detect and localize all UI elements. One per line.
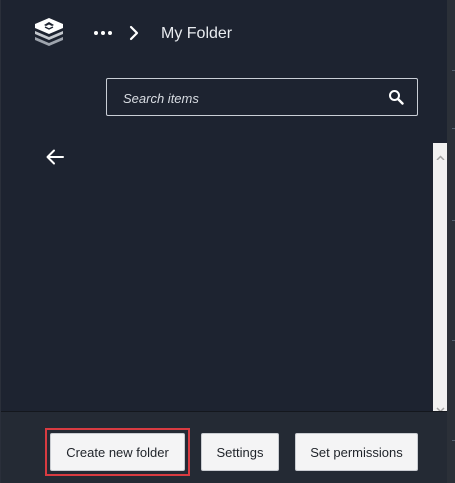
search-icon[interactable]: [388, 89, 404, 105]
create-new-folder-button[interactable]: Create new folder: [50, 433, 185, 471]
breadcrumb-current-folder: My Folder: [161, 25, 233, 42]
vertical-scrollbar[interactable]: [433, 143, 448, 413]
search-box[interactable]: [106, 78, 418, 117]
adjacent-pane-edge: [447, 0, 455, 483]
scroll-down-arrow-icon[interactable]: [436, 400, 445, 413]
scrollbar-track[interactable]: [435, 160, 446, 392]
settings-button[interactable]: Settings: [201, 433, 279, 471]
set-permissions-button[interactable]: Set permissions: [295, 433, 418, 471]
scroll-up-arrow-icon[interactable]: [436, 148, 445, 161]
more-breadcrumbs-button[interactable]: [93, 25, 115, 41]
action-footer: Create new folder Settings Set permissio…: [1, 411, 448, 483]
ellipsis-icon: [94, 31, 98, 35]
folder-panel: My Folder Create new folder Settings Set…: [0, 0, 448, 483]
chevron-right-icon: [127, 24, 141, 42]
app-logo-icon: [31, 16, 67, 48]
search-input[interactable]: [121, 79, 385, 117]
header-bar: My Folder: [1, 0, 448, 64]
back-arrow-icon[interactable]: [45, 148, 65, 166]
